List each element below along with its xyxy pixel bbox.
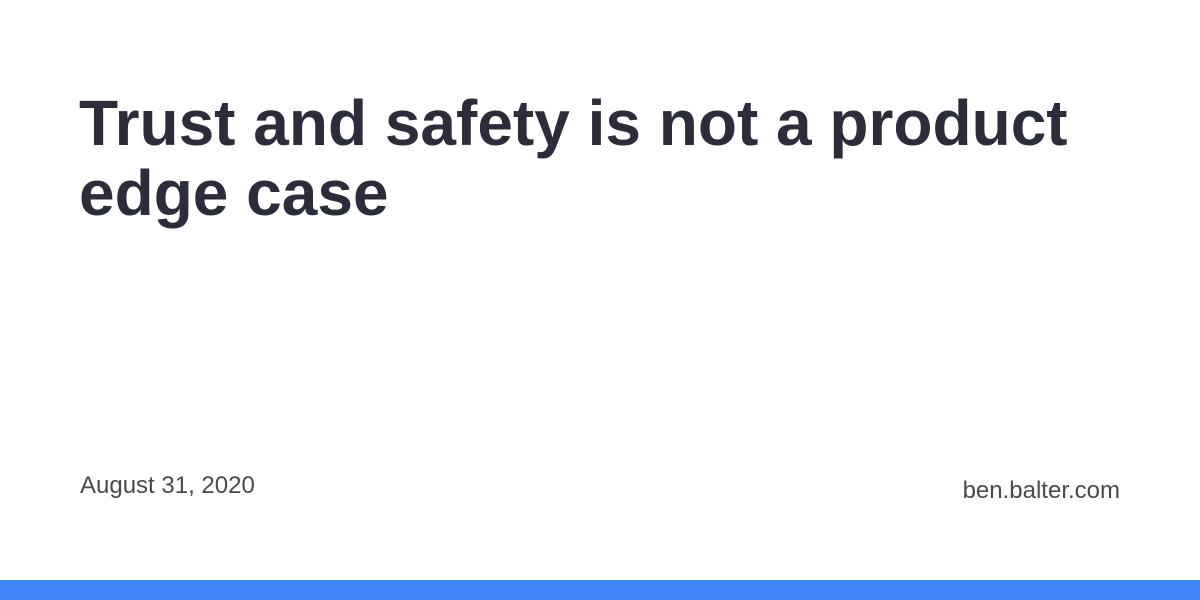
social-card: Trust and safety is not a product edge c…	[0, 0, 1200, 600]
accent-bar	[0, 580, 1200, 600]
post-title: Trust and safety is not a product edge c…	[79, 87, 1068, 229]
post-date: August 31, 2020	[80, 472, 255, 499]
site-domain: ben.balter.com	[962, 477, 1120, 504]
